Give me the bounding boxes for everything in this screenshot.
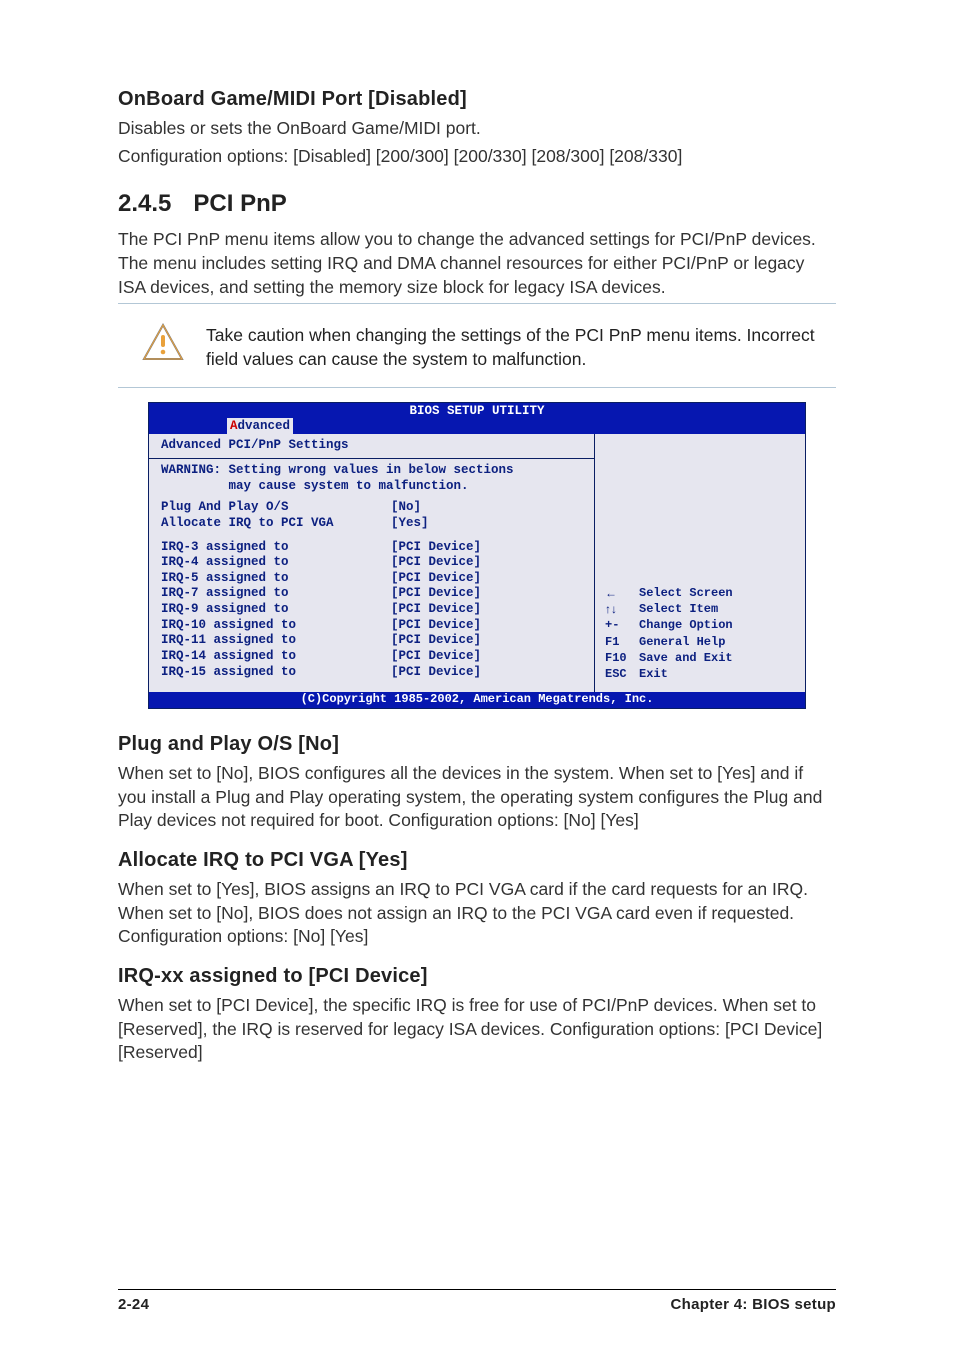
section-title: PCI PnP (193, 190, 286, 217)
page-chapter: Chapter 4: BIOS setup (671, 1296, 837, 1313)
heading-plug-play-os: Plug and Play O/S [No] (118, 733, 836, 756)
bios-row-value: [PCI Device] (391, 571, 481, 587)
heading-allocate-irq: Allocate IRQ to PCI VGA [Yes] (118, 849, 836, 872)
bios-setting-row[interactable]: IRQ-3 assigned to[PCI Device] (161, 540, 586, 556)
bios-tab-rest: dvanced (238, 419, 291, 433)
bios-help-row: ESCExit (605, 666, 733, 682)
bios-setting-row[interactable]: IRQ-14 assigned to[PCI Device] (161, 649, 586, 665)
bios-help-list: ←Select Screen ↑↓Select Item +-Change Op… (605, 585, 733, 682)
bios-row-value: [PCI Device] (391, 540, 481, 556)
bios-tab-advanced[interactable]: Advanced (227, 418, 293, 435)
bios-divider (149, 458, 594, 459)
bios-row-label: IRQ-7 assigned to (161, 586, 391, 602)
bios-row-value: [No] (391, 500, 421, 516)
bios-subtitle: Advanced PCI/PnP Settings (161, 438, 586, 454)
text-plug-play-os: When set to [No], BIOS configures all th… (118, 762, 836, 833)
divider (118, 303, 836, 304)
caution-box: Take caution when changing the settings … (118, 322, 836, 377)
bios-warning: WARNING: Setting wrong values in below s… (161, 463, 586, 494)
bios-help-row: F10Save and Exit (605, 650, 733, 666)
bios-row-value: [PCI Device] (391, 665, 481, 681)
bios-help-row: F1General Help (605, 634, 733, 650)
bios-help-row: ↑↓Select Item (605, 601, 733, 617)
bios-help-text: Change Option (639, 617, 733, 633)
text-onboard-desc2: Configuration options: [Disabled] [200/3… (118, 145, 836, 169)
bios-header: BIOS SETUP UTILITY Advanced (149, 403, 805, 434)
bios-help-text: Select Screen (639, 585, 733, 601)
bios-main-area: Advanced PCI/PnP Settings WARNING: Setti… (149, 434, 595, 692)
bios-panel: BIOS SETUP UTILITY Advanced Advanced PCI… (148, 402, 806, 709)
bios-help-text: General Help (639, 634, 725, 650)
bios-help-key: F10 (605, 650, 639, 666)
updown-arrow-icon: ↑↓ (605, 601, 639, 617)
page-footer: 2-24 Chapter 4: BIOS setup (118, 1289, 836, 1313)
section-number: 2.4.5 (118, 190, 171, 218)
caution-text: Take caution when changing the settings … (206, 324, 836, 371)
text-pcipnp-body: The PCI PnP menu items allow you to chan… (118, 228, 836, 299)
bios-help-text: Exit (639, 666, 668, 682)
bios-help-text: Select Item (639, 601, 718, 617)
bios-setting-row[interactable]: IRQ-5 assigned to[PCI Device] (161, 571, 586, 587)
bios-setting-row[interactable]: IRQ-9 assigned to[PCI Device] (161, 602, 586, 618)
bios-setting-row[interactable]: IRQ-15 assigned to[PCI Device] (161, 665, 586, 681)
bios-row-label: IRQ-10 assigned to (161, 618, 391, 634)
bios-row-label: IRQ-4 assigned to (161, 555, 391, 571)
bios-row-label: IRQ-3 assigned to (161, 540, 391, 556)
bios-row-label: IRQ-5 assigned to (161, 571, 391, 587)
bios-help-text: Save and Exit (639, 650, 733, 666)
bios-help-area: ←Select Screen ↑↓Select Item +-Change Op… (595, 434, 805, 692)
bios-setting-row[interactable]: Plug And Play O/S [No] (161, 500, 586, 516)
bios-tab-hotkey: A (230, 419, 238, 433)
heading-section-pci-pnp: 2.4.5 PCI PnP (118, 190, 836, 218)
bios-row-value: [PCI Device] (391, 649, 481, 665)
heading-irq-xx: IRQ-xx assigned to [PCI Device] (118, 965, 836, 988)
bios-setting-row[interactable]: Allocate IRQ to PCI VGA [Yes] (161, 516, 586, 532)
bios-help-key: ESC (605, 666, 639, 682)
text-onboard-desc1: Disables or sets the OnBoard Game/MIDI p… (118, 117, 836, 141)
left-arrow-icon: ← (605, 585, 639, 601)
warning-icon (142, 322, 184, 367)
text-irq-xx: When set to [PCI Device], the specific I… (118, 994, 836, 1065)
bios-row-label: Plug And Play O/S (161, 500, 391, 516)
bios-help-row: ←Select Screen (605, 585, 733, 601)
divider (118, 387, 836, 388)
bios-row-value: [PCI Device] (391, 633, 481, 649)
text-allocate-irq: When set to [Yes], BIOS assigns an IRQ t… (118, 878, 836, 949)
bios-row-label: IRQ-11 assigned to (161, 633, 391, 649)
bios-row-value: [PCI Device] (391, 586, 481, 602)
heading-onboard-game-midi: OnBoard Game/MIDI Port [Disabled] (118, 88, 836, 111)
bios-help-row: +-Change Option (605, 617, 733, 633)
bios-setting-row[interactable]: IRQ-11 assigned to[PCI Device] (161, 633, 586, 649)
bios-setting-row[interactable]: IRQ-4 assigned to[PCI Device] (161, 555, 586, 571)
bios-row-value: [PCI Device] (391, 602, 481, 618)
bios-row-label: Allocate IRQ to PCI VGA (161, 516, 391, 532)
bios-setting-row[interactable]: IRQ-7 assigned to[PCI Device] (161, 586, 586, 602)
bios-setting-row[interactable]: IRQ-10 assigned to[PCI Device] (161, 618, 586, 634)
bios-row-value: [PCI Device] (391, 618, 481, 634)
bios-help-key: +- (605, 617, 639, 633)
bios-row-value: [Yes] (391, 516, 429, 532)
bios-help-key: F1 (605, 634, 639, 650)
bios-row-label: IRQ-15 assigned to (161, 665, 391, 681)
page-number: 2-24 (118, 1296, 149, 1313)
bios-footer: (C)Copyright 1985-2002, American Megatre… (149, 692, 805, 708)
bios-row-label: IRQ-9 assigned to (161, 602, 391, 618)
bios-row-value: [PCI Device] (391, 555, 481, 571)
bios-row-label: IRQ-14 assigned to (161, 649, 391, 665)
